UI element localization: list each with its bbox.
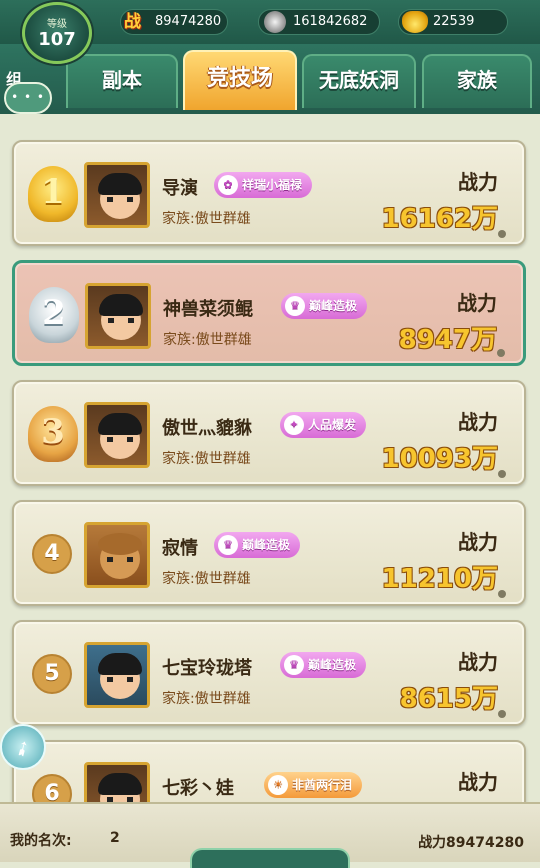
player-family: 家族:傲世群雄 — [162, 691, 251, 707]
row-indicator-dot — [498, 230, 506, 238]
combat-power-icon: 战 — [124, 12, 141, 32]
ranking-row[interactable]: 4 寂情 ♛ 巅峰造极 家族:傲世群雄 战力 11210万 — [12, 500, 526, 606]
power-value: 8947万 — [398, 325, 497, 355]
rank-number: 2 — [42, 293, 66, 333]
player-title: 巅峰造极 — [308, 658, 357, 672]
footer-nav-handle[interactable] — [190, 848, 350, 868]
player-family: 家族:傲世群雄 — [163, 332, 252, 348]
rank-number: 6 — [32, 774, 72, 802]
player-name: 神兽菜须鲲 — [163, 299, 253, 320]
player-family: 家族:傲世群雄 — [162, 211, 251, 227]
power-label: 战力 — [458, 170, 498, 194]
arena-ranking-list[interactable]: 1 导演 ✿ 祥瑞小福禄 家族:傲世群雄 战力 16162万 2 神兽菜须鲲 ♛… — [0, 122, 540, 802]
player-name: 傲世灬貔貅 — [162, 418, 252, 439]
tab-bottomless-cave[interactable]: 无底妖洞 — [302, 54, 416, 108]
power-value: 10093万 — [381, 444, 498, 474]
power-label: 战力 — [458, 770, 498, 794]
rocket-button[interactable]: ➹ — [0, 724, 46, 770]
power-label: 战力 — [458, 410, 498, 434]
tab-family[interactable]: 家族 — [422, 54, 532, 108]
tab-dungeon[interactable]: 副本 — [66, 54, 178, 108]
player-title-badge: ♛ 巅峰造极 — [281, 293, 368, 319]
player-title-badge: ✦ 人品爆发 — [280, 412, 367, 438]
bronze-trophy-icon: 3 — [22, 404, 84, 466]
player-title: 祥瑞小福禄 — [242, 178, 303, 192]
title-badge-icon: ✦ — [284, 415, 304, 435]
level-label: 等级 — [47, 19, 67, 30]
player-family: 家族:傲世群雄 — [162, 451, 251, 467]
player-title: 巅峰造极 — [309, 299, 358, 313]
combat-power-value: 89474280 — [155, 14, 222, 29]
my-power: 战力89474280 — [418, 835, 524, 851]
rank-number: 3 — [41, 412, 65, 452]
my-rank-value: 2 — [110, 830, 120, 846]
player-family: 家族:傲世群雄 — [162, 571, 251, 587]
player-title: 巅峰造极 — [242, 538, 291, 552]
player-avatar[interactable] — [85, 283, 151, 349]
ranking-row[interactable]: 3 傲世灬貔貅 ✦ 人品爆发 家族:傲世群雄 战力 10093万 — [12, 380, 526, 486]
power-label: 战力 — [458, 650, 498, 674]
player-title-badge: ✿ 祥瑞小福禄 — [214, 172, 313, 198]
combat-power-counter: 战 89474280 — [120, 9, 228, 35]
player-avatar[interactable] — [84, 402, 150, 468]
title-badge-icon: ♛ — [284, 655, 304, 675]
player-avatar[interactable] — [84, 762, 150, 802]
player-avatar[interactable] — [84, 642, 150, 708]
power-label: 战力 — [457, 291, 497, 315]
silver-trophy-icon: 2 — [23, 285, 85, 347]
player-title: 人品爆发 — [308, 418, 357, 432]
title-badge-icon: ♛ — [218, 535, 238, 555]
rank-number: 1 — [41, 172, 65, 212]
title-badge-icon: ✿ — [218, 175, 238, 195]
power-value: 16162万 — [381, 204, 498, 234]
level-value: 107 — [38, 29, 76, 50]
row-indicator-dot — [498, 590, 506, 598]
rank-number: 4 — [32, 534, 72, 574]
title-badge-icon: ♛ — [285, 296, 305, 316]
ranking-row[interactable]: 5 七宝玲珑塔 ♛ 巅峰造极 家族:傲世群雄 战力 8615万 — [12, 620, 526, 726]
gold-counter[interactable]: 22539 — [398, 9, 508, 35]
rocket-icon: ➹ — [9, 733, 36, 763]
chat-button[interactable]: 组 — [0, 70, 58, 122]
gold-value: 22539 — [433, 14, 475, 29]
ranking-row[interactable]: 6 七彩丶娃 ☀ 非酋两行泪 战力 — [12, 740, 526, 802]
power-value: 8615万 — [399, 684, 498, 714]
player-name: 导演 — [162, 178, 198, 199]
level-badge[interactable]: 等级 107 — [22, 2, 92, 64]
chat-bubble-icon — [4, 82, 52, 114]
row-indicator-dot — [497, 349, 505, 357]
row-indicator-dot — [498, 470, 506, 478]
power-label: 战力 — [458, 530, 498, 554]
title-badge-icon: ☀ — [268, 775, 288, 795]
player-title-badge: ♛ 巅峰造极 — [280, 652, 367, 678]
top-resource-bar: 等级 107 战 89474280 161842682 22539 — [0, 0, 540, 64]
footer-bar: 我的名次: 2 战力89474280 — [0, 802, 540, 868]
player-name: 七宝玲珑塔 — [162, 658, 252, 679]
ranking-row-self[interactable]: 2 神兽菜须鲲 ♛ 巅峰造极 家族:傲世群雄 战力 8947万 — [12, 260, 526, 366]
player-avatar[interactable] — [84, 162, 150, 228]
power-value: 11210万 — [381, 564, 498, 594]
player-title-badge: ☀ 非酋两行泪 — [264, 772, 363, 798]
gold-ingot-icon — [402, 11, 428, 33]
silver-value: 161842682 — [293, 14, 368, 29]
silver-coin-icon — [264, 11, 286, 33]
tab-arena[interactable]: 竞技场 — [183, 50, 297, 110]
player-avatar[interactable] — [84, 522, 150, 588]
player-name: 寂情 — [162, 538, 198, 559]
row-indicator-dot — [498, 710, 506, 718]
player-name: 七彩丶娃 — [162, 778, 234, 799]
player-title-badge: ♛ 巅峰造极 — [214, 532, 301, 558]
silver-counter[interactable]: 161842682 — [258, 9, 380, 35]
gold-trophy-icon: 1 — [22, 164, 84, 226]
rank-number: 5 — [32, 654, 72, 694]
ranking-row[interactable]: 1 导演 ✿ 祥瑞小福禄 家族:傲世群雄 战力 16162万 — [12, 140, 526, 246]
my-rank-label: 我的名次: — [10, 833, 72, 849]
player-title: 非酋两行泪 — [292, 778, 353, 792]
